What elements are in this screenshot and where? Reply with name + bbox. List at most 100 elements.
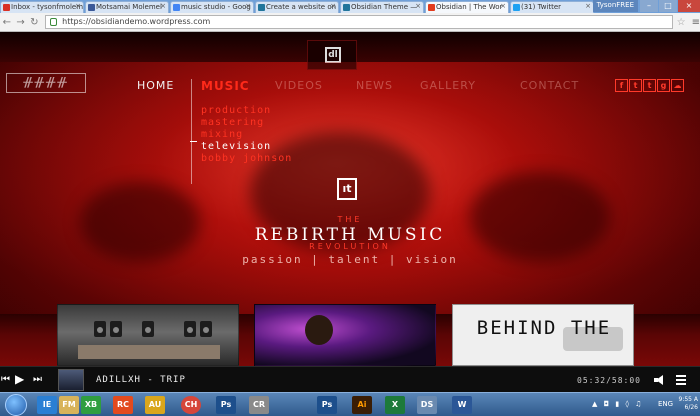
tab-google-search[interactable]: music studio - Goog ×: [170, 1, 254, 13]
obsidian-icon: [428, 4, 435, 11]
illustrator-icon[interactable]: Ai: [352, 396, 372, 414]
hero-revolution: REVOLUTION: [309, 242, 391, 251]
address-bar[interactable]: https://obsidiandemo.wordpress.com: [45, 15, 673, 29]
previous-icon[interactable]: ⏮: [1, 375, 10, 385]
tab-label: Inbox - tysonfmolem: [11, 3, 84, 11]
close-icon[interactable]: ×: [585, 2, 591, 10]
bookmark-star-icon[interactable]: ☆: [677, 17, 686, 28]
twitter-icon[interactable]: t: [629, 79, 642, 92]
maximize-icon[interactable]: □: [659, 0, 677, 12]
desktop-app-icon[interactable]: DS: [417, 396, 437, 414]
brand-mark-icon: dl: [325, 47, 341, 63]
close-window-icon[interactable]: ×: [678, 0, 700, 12]
reload-icon[interactable]: ↻: [27, 17, 41, 28]
tab-inbox[interactable]: Inbox - tysonfmolem ×: [0, 1, 84, 13]
menu-icon[interactable]: ≡: [692, 17, 700, 28]
speaker-shape: [94, 321, 106, 337]
browser-toolbar: ← → ↻ https://obsidiandemo.wordpress.com…: [0, 13, 700, 32]
xbox-icon[interactable]: XB: [81, 396, 101, 414]
speaker-shape: [142, 321, 154, 337]
window-controls: – □ ×: [639, 0, 700, 12]
close-icon[interactable]: ×: [160, 2, 166, 10]
track-time: 05:32/58:00: [577, 376, 641, 385]
close-icon[interactable]: ×: [415, 2, 421, 10]
tab-obsidian-active[interactable]: Obsidian | The Wor ×: [425, 1, 509, 13]
system-tray-icons[interactable]: ▲ ◘ ▮ ◊ ♫: [592, 400, 643, 408]
photoshop-icon[interactable]: Ps: [317, 396, 337, 414]
nav-videos[interactable]: VIDEOS: [275, 79, 323, 92]
taskbar: IE FM XB RC AU CH Ps CR Ps Ai X DS W ▲ ◘…: [0, 392, 700, 416]
tab-label: Motsamai Molemel: [96, 3, 162, 11]
facebook-icon: [88, 4, 95, 11]
hero-tagline: passion | talent | vision: [242, 253, 458, 266]
nav-news[interactable]: NEWS: [356, 79, 393, 92]
next-icon[interactable]: ⏭: [33, 375, 42, 385]
speaker-shape: [184, 321, 196, 337]
play-icon[interactable]: ▶: [15, 373, 24, 385]
thumbnail-studio[interactable]: [57, 304, 239, 366]
word-icon[interactable]: W: [452, 396, 472, 414]
back-icon[interactable]: ←: [0, 17, 14, 28]
twitter-icon: [513, 4, 520, 11]
tab-twitter[interactable]: (31) Twitter ×: [510, 1, 594, 13]
close-icon[interactable]: ×: [75, 2, 81, 10]
thumbnail-performer[interactable]: [254, 304, 436, 366]
photoshop-icon[interactable]: Ps: [216, 396, 236, 414]
facebook-icon[interactable]: f: [615, 79, 628, 92]
close-icon[interactable]: ×: [245, 2, 251, 10]
wordpress-icon: [258, 4, 265, 11]
nav-music[interactable]: MUSIC: [201, 79, 250, 93]
cursor-tool-icon[interactable]: CR: [249, 396, 269, 414]
wordpress-icon: [343, 4, 350, 11]
submenu-mastering[interactable]: mastering: [201, 117, 292, 129]
tab-facebook[interactable]: Motsamai Molemel ×: [85, 1, 169, 13]
chrome-icon[interactable]: CH: [181, 396, 201, 414]
lock-icon: [50, 18, 58, 26]
nav-gallery[interactable]: GALLERY: [420, 79, 476, 92]
nav-home[interactable]: HOME: [137, 79, 174, 92]
playlist-icon[interactable]: [676, 375, 686, 385]
excel-icon[interactable]: X: [385, 396, 405, 414]
tab-label: Create a website on: [266, 3, 337, 11]
url-text: https://obsidiandemo.wordpress.com: [62, 17, 211, 26]
website-content: dl ᚌᚌᚌᚌ HOME MUSIC VIDEOS NEWS GALLERY C…: [0, 32, 700, 366]
track-title: ADILLXH - TRIP: [96, 375, 186, 385]
submenu-current-marker: [190, 141, 197, 142]
tumblr-icon[interactable]: t: [643, 79, 656, 92]
submenu-mixing[interactable]: mixing: [201, 129, 292, 141]
nav-contact[interactable]: CONTACT: [520, 79, 579, 92]
performer-shape: [305, 315, 333, 345]
language-indicator[interactable]: ENG: [658, 400, 673, 408]
thumbnail-caption: BEHIND THE: [476, 317, 612, 339]
hero-the: THE: [337, 215, 363, 224]
submenu-bobby-johnson[interactable]: bobby johnson: [201, 153, 292, 165]
close-icon[interactable]: ×: [330, 2, 336, 10]
soundcloud-icon[interactable]: ☁: [671, 79, 684, 92]
start-button[interactable]: [5, 394, 27, 416]
main-nav: HOME MUSIC VIDEOS NEWS GALLERY CONTACT: [0, 79, 700, 95]
volume-icon[interactable]: [654, 375, 664, 385]
thumbnail-behind-the[interactable]: BEHIND THE: [452, 304, 634, 366]
gmail-icon: [3, 4, 10, 11]
submenu-television[interactable]: television: [201, 141, 292, 153]
browser-tab-strip: Inbox - tysonfmolem × Motsamai Molemel × m…: [0, 0, 700, 13]
file-explorer-icon[interactable]: FM: [59, 396, 79, 414]
mixing-desk-shape: [78, 345, 220, 359]
clock[interactable]: 9:55 A 6/26: [676, 396, 699, 412]
tab-create-website[interactable]: Create a website on ×: [255, 1, 339, 13]
tab-label: (31) Twitter: [521, 3, 562, 11]
hero-logo-icon: ıt: [337, 178, 357, 200]
tab-obsidian-theme[interactable]: Obsidian Theme — ×: [340, 1, 424, 13]
close-icon[interactable]: ×: [500, 2, 506, 10]
music-submenu: production mastering mixing television b…: [201, 105, 292, 165]
profile-button[interactable]: TysonFREE: [592, 0, 638, 12]
submenu-production[interactable]: production: [201, 105, 292, 117]
minimize-icon[interactable]: –: [640, 0, 658, 12]
recorder-icon[interactable]: RC: [113, 396, 133, 414]
google-plus-icon[interactable]: g: [657, 79, 670, 92]
internet-explorer-icon[interactable]: IE: [37, 396, 57, 414]
social-links: f t t g ☁: [615, 79, 685, 92]
screen: Inbox - tysonfmolem × Motsamai Molemel × m…: [0, 0, 700, 416]
forward-icon[interactable]: →: [14, 17, 28, 28]
audition-icon[interactable]: AU: [145, 396, 165, 414]
